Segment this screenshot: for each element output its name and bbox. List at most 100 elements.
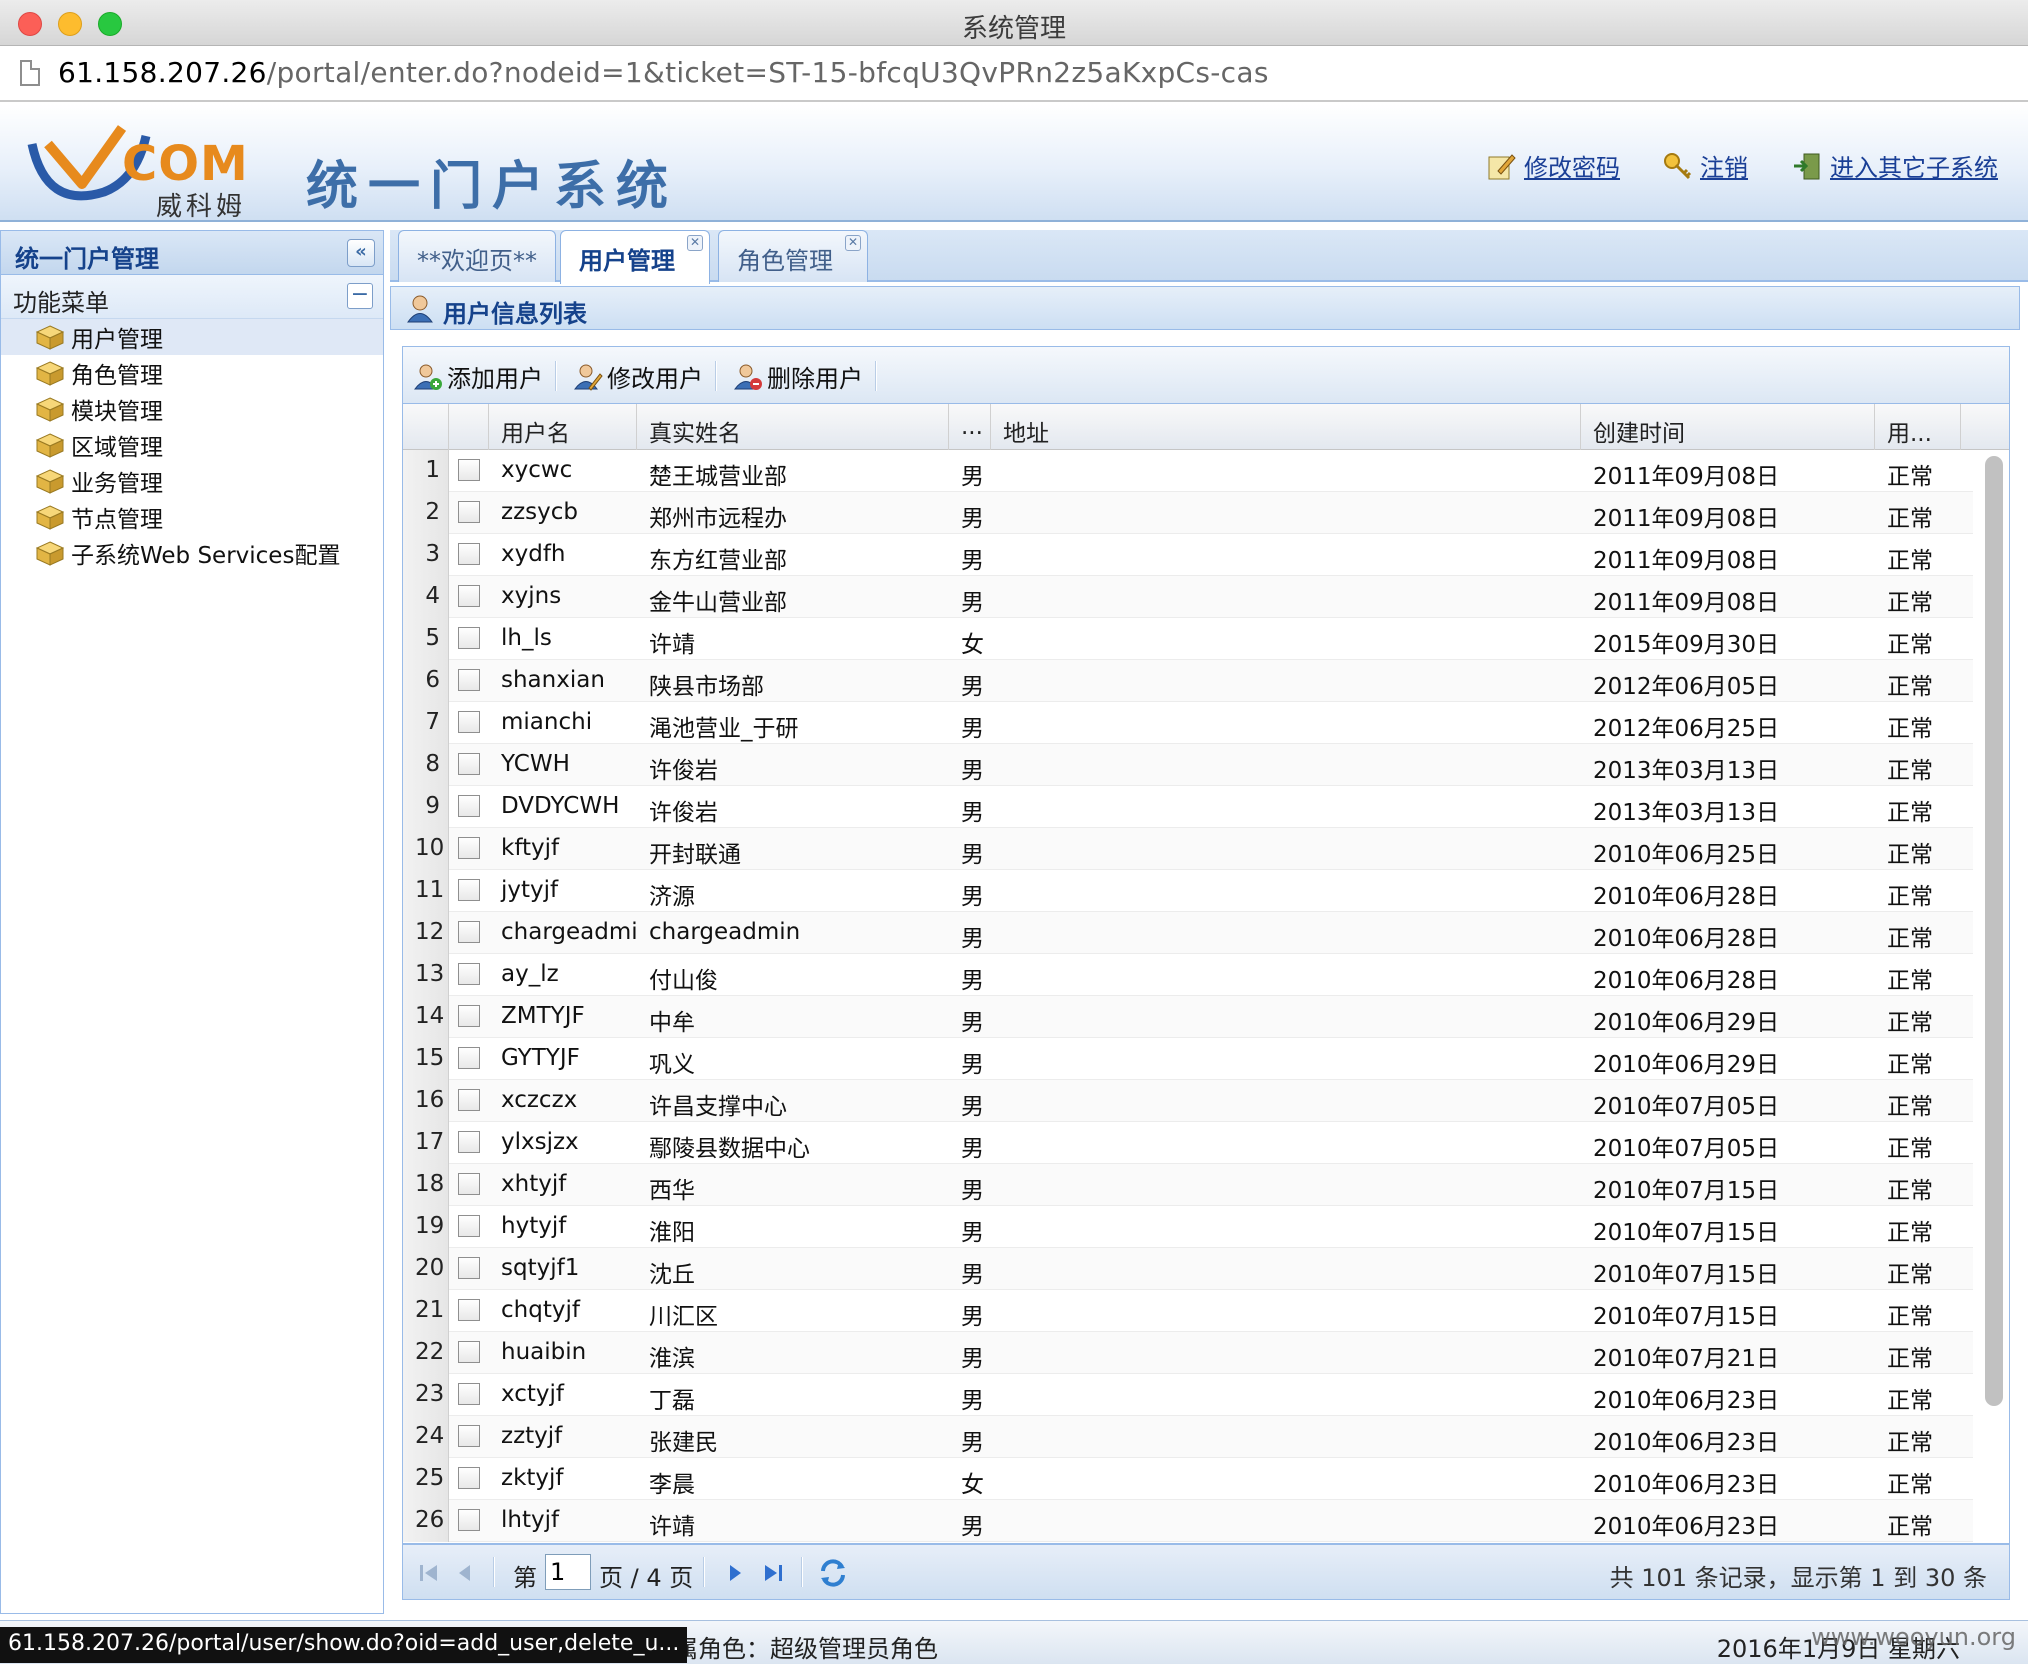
row-checkbox[interactable] [458, 1299, 480, 1321]
row-checkbox[interactable] [458, 879, 480, 901]
row-checkbox[interactable] [458, 921, 480, 943]
delete-user-button[interactable]: 删除用户 [733, 359, 863, 394]
row-checkbox-cell[interactable] [449, 1374, 489, 1416]
row-checkbox[interactable] [458, 1257, 480, 1279]
next-page-icon[interactable] [721, 1559, 749, 1587]
row-checkbox-cell[interactable] [449, 492, 489, 534]
row-checkbox-cell[interactable] [449, 870, 489, 912]
page-number-input[interactable] [545, 1554, 591, 1590]
header-status[interactable]: 用... [1875, 404, 1961, 450]
close-tab-icon[interactable]: ✕ [845, 235, 861, 251]
collapse-section-icon[interactable]: − [347, 283, 373, 309]
url-text[interactable]: 61.158.207.26/portal/enter.do?nodeid=1&t… [58, 56, 1269, 89]
grid-scrollbar[interactable] [1985, 456, 2003, 1406]
table-row[interactable]: 5 lh_ls 许靖 女 2015年09月30日 正常 [403, 618, 1973, 660]
table-row[interactable]: 26 lhtyjf 许靖 男 2010年06月23日 正常 [403, 1500, 1973, 1542]
table-row[interactable]: 22 huaibin 淮滨 男 2010年07月21日 正常 [403, 1332, 1973, 1374]
enter-other-system-link[interactable]: 进入其它子系统 [1792, 148, 1998, 183]
table-row[interactable]: 3 xydfh 东方红营业部 男 2011年09月08日 正常 [403, 534, 1973, 576]
row-checkbox[interactable] [458, 711, 480, 733]
sidebar-menu-item[interactable]: 用户管理 [1, 319, 383, 355]
table-row[interactable]: 19 hytyjf 淮阳 男 2010年07月15日 正常 [403, 1206, 1973, 1248]
tab-welcome[interactable]: **欢迎页** [398, 230, 556, 282]
add-user-button[interactable]: 添加用户 [413, 359, 543, 394]
collapse-left-icon[interactable]: « [347, 239, 375, 267]
table-row[interactable]: 16 xczczx 许昌支撑中心 男 2010年07月05日 正常 [403, 1080, 1973, 1122]
table-row[interactable]: 1 xycwc 楚王城营业部 男 2011年09月08日 正常 [403, 450, 1973, 492]
close-tab-icon[interactable]: ✕ [687, 235, 703, 251]
edit-user-button[interactable]: 修改用户 [573, 359, 703, 394]
table-row[interactable]: 15 GYTYJF 巩义 男 2010年06月29日 正常 [403, 1038, 1973, 1080]
row-checkbox-cell[interactable] [449, 1290, 489, 1332]
header-address[interactable]: 地址 [991, 404, 1581, 450]
row-checkbox[interactable] [458, 543, 480, 565]
row-checkbox-cell[interactable] [449, 1416, 489, 1458]
row-checkbox[interactable] [458, 963, 480, 985]
row-checkbox[interactable] [458, 753, 480, 775]
row-checkbox[interactable] [458, 1131, 480, 1153]
row-checkbox[interactable] [458, 1383, 480, 1405]
header-gender[interactable]: ... [949, 404, 991, 450]
row-checkbox-cell[interactable] [449, 1332, 489, 1374]
row-checkbox[interactable] [458, 837, 480, 859]
row-checkbox-cell[interactable] [449, 1206, 489, 1248]
row-checkbox-cell[interactable] [449, 534, 489, 576]
change-password-link[interactable]: 修改密码 [1486, 148, 1620, 183]
row-checkbox[interactable] [458, 669, 480, 691]
table-row[interactable]: 9 DVDYCWH 许俊岩 男 2013年03月13日 正常 [403, 786, 1973, 828]
row-checkbox-cell[interactable] [449, 618, 489, 660]
row-checkbox[interactable] [458, 459, 480, 481]
sidebar-menu-item[interactable]: 节点管理 [1, 499, 383, 535]
tab-user-management[interactable]: 用户管理 ✕ [560, 230, 710, 284]
row-checkbox[interactable] [458, 1341, 480, 1363]
table-row[interactable]: 23 xctyjf 丁磊 男 2010年06月23日 正常 [403, 1374, 1973, 1416]
table-row[interactable]: 21 chqtyjf 川汇区 男 2010年07月15日 正常 [403, 1290, 1973, 1332]
logout-link[interactable]: 注销 [1662, 148, 1748, 183]
row-checkbox-cell[interactable] [449, 786, 489, 828]
row-checkbox-cell[interactable] [449, 660, 489, 702]
row-checkbox[interactable] [458, 1047, 480, 1069]
table-row[interactable]: 7 mianchi 渑池营业_于研 男 2012年06月25日 正常 [403, 702, 1973, 744]
row-checkbox-cell[interactable] [449, 450, 489, 492]
row-checkbox[interactable] [458, 1005, 480, 1027]
table-row[interactable]: 4 xyjns 金牛山营业部 男 2011年09月08日 正常 [403, 576, 1973, 618]
header-created[interactable]: 创建时间 [1581, 404, 1875, 450]
row-checkbox-cell[interactable] [449, 1500, 489, 1542]
sidebar-menu-item[interactable]: 业务管理 [1, 463, 383, 499]
table-row[interactable]: 11 jytyjf 济源 男 2010年06月28日 正常 [403, 870, 1973, 912]
first-page-icon[interactable] [415, 1559, 443, 1587]
row-checkbox[interactable] [458, 1089, 480, 1111]
row-checkbox-cell[interactable] [449, 1164, 489, 1206]
refresh-icon[interactable] [817, 1557, 849, 1589]
header-realname[interactable]: 真实姓名 [637, 404, 949, 450]
table-row[interactable]: 6 shanxian 陕县市场部 男 2012年06月05日 正常 [403, 660, 1973, 702]
table-row[interactable]: 18 xhtyjf 西华 男 2010年07月15日 正常 [403, 1164, 1973, 1206]
row-checkbox[interactable] [458, 627, 480, 649]
header-username[interactable]: 用户名 [489, 404, 637, 450]
row-checkbox-cell[interactable] [449, 954, 489, 996]
row-checkbox[interactable] [458, 501, 480, 523]
row-checkbox[interactable] [458, 1467, 480, 1489]
row-checkbox-cell[interactable] [449, 1038, 489, 1080]
row-checkbox[interactable] [458, 1509, 480, 1531]
row-checkbox-cell[interactable] [449, 996, 489, 1038]
row-checkbox-cell[interactable] [449, 1080, 489, 1122]
previous-page-icon[interactable] [451, 1559, 479, 1587]
row-checkbox-cell[interactable] [449, 744, 489, 786]
tab-role-management[interactable]: 角色管理 ✕ [718, 230, 868, 282]
menu-section-header[interactable]: 功能菜单 − [1, 275, 383, 319]
row-checkbox-cell[interactable] [449, 1122, 489, 1164]
row-checkbox[interactable] [458, 795, 480, 817]
table-row[interactable]: 25 zktyjf 李晨 女 2010年06月23日 正常 [403, 1458, 1973, 1500]
row-checkbox-cell[interactable] [449, 702, 489, 744]
row-checkbox-cell[interactable] [449, 828, 489, 870]
header-select[interactable] [449, 404, 489, 450]
sidebar-menu-item[interactable]: 子系统Web Services配置 [1, 535, 383, 571]
table-row[interactable]: 2 zzsycb 郑州市远程办 男 2011年09月08日 正常 [403, 492, 1973, 534]
sidebar-menu-item[interactable]: 角色管理 [1, 355, 383, 391]
row-checkbox[interactable] [458, 585, 480, 607]
table-row[interactable]: 24 zztyjf 张建民 男 2010年06月23日 正常 [403, 1416, 1973, 1458]
last-page-icon[interactable] [759, 1559, 787, 1587]
table-row[interactable]: 10 kftyjf 开封联通 男 2010年06月25日 正常 [403, 828, 1973, 870]
table-row[interactable]: 13 ay_lz 付山俊 男 2010年06月28日 正常 [403, 954, 1973, 996]
